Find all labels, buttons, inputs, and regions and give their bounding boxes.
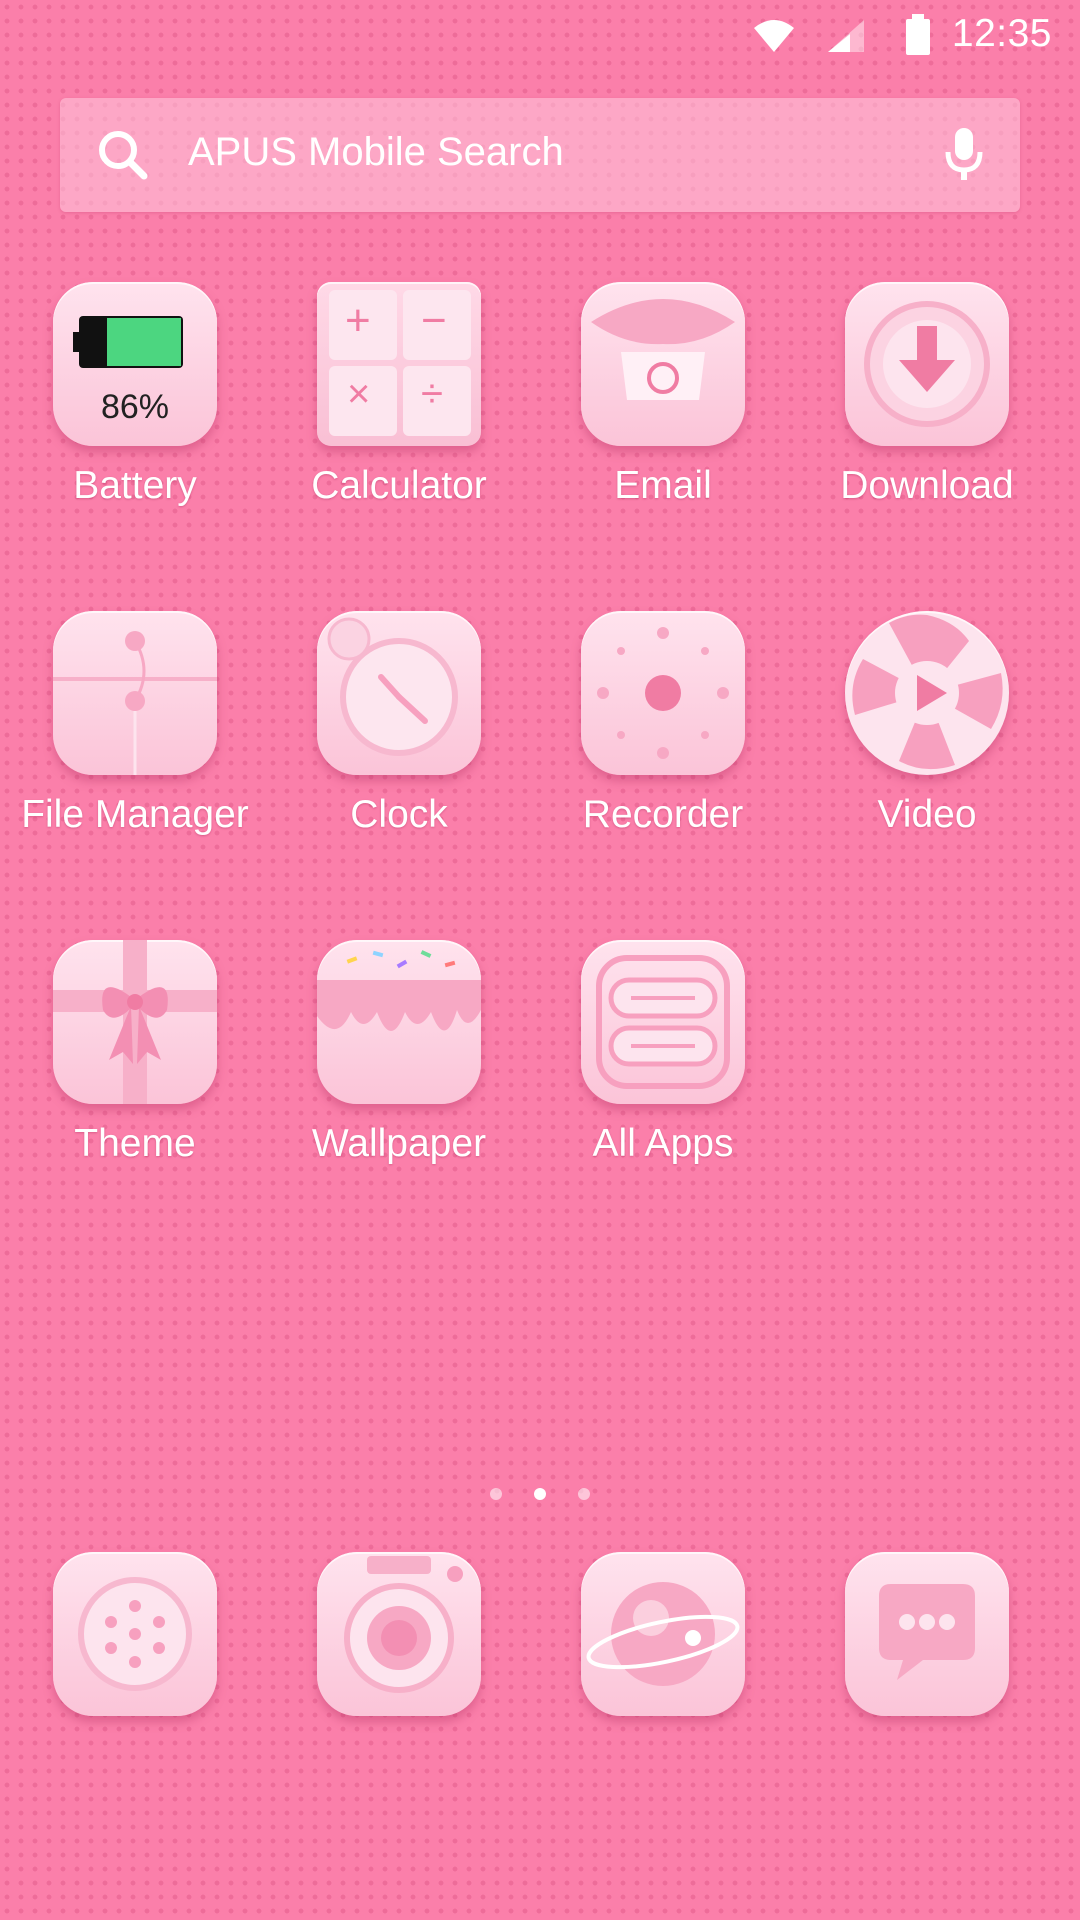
battery-app-icon[interactable]: 86% <box>53 282 217 446</box>
app-file-manager[interactable]: File Manager <box>0 611 270 871</box>
app-wallpaper[interactable]: Wallpaper <box>264 940 534 1200</box>
status-bar: 12:35 <box>0 0 1080 72</box>
app-calculator[interactable]: + − × ÷ Calculator <box>264 282 534 542</box>
app-theme[interactable]: Theme <box>0 940 270 1200</box>
app-video[interactable]: Video <box>792 611 1062 871</box>
microphone-icon[interactable] <box>944 126 984 182</box>
search-bar[interactable]: APUS Mobile Search <box>60 98 1020 212</box>
page-dot-active[interactable] <box>534 1488 546 1500</box>
app-label: Email <box>614 464 712 507</box>
calculator-icon[interactable]: + − × ÷ <box>317 282 481 446</box>
app-label: Calculator <box>311 464 487 507</box>
dock-messaging[interactable] <box>792 1552 1062 1812</box>
app-all-apps[interactable]: All Apps <box>528 940 798 1200</box>
dock-camera[interactable] <box>264 1552 534 1812</box>
all-apps-icon[interactable] <box>581 940 745 1104</box>
cake-icing-icon[interactable] <box>317 940 481 1104</box>
app-label: Recorder <box>582 793 744 836</box>
app-recorder[interactable]: Recorder <box>528 611 798 871</box>
gift-bow-icon[interactable] <box>53 940 217 1104</box>
page-dot[interactable] <box>578 1488 590 1500</box>
page-indicator <box>0 1488 1080 1504</box>
app-label: Battery <box>73 464 197 507</box>
search-placeholder[interactable]: APUS Mobile Search <box>188 130 564 175</box>
cellular-signal-icon <box>828 20 864 52</box>
page-dot[interactable] <box>490 1488 502 1500</box>
messaging-bubble-icon[interactable] <box>845 1552 1009 1716</box>
app-label: Clock <box>350 793 448 836</box>
app-label: All Apps <box>592 1122 734 1165</box>
camera-icon[interactable] <box>317 1552 481 1716</box>
recorder-icon[interactable] <box>581 611 745 775</box>
wifi-icon <box>754 20 794 52</box>
app-label: Wallpaper <box>311 1122 487 1165</box>
phone-dialer-icon[interactable] <box>53 1552 217 1716</box>
browser-planet-icon[interactable] <box>581 1552 745 1716</box>
dock-phone[interactable] <box>0 1552 270 1812</box>
video-play-icon[interactable] <box>845 611 1009 775</box>
app-label: Video <box>877 793 977 836</box>
email-envelope-icon[interactable] <box>581 282 745 446</box>
app-download[interactable]: Download <box>792 282 1062 542</box>
calc-times: × <box>347 372 371 416</box>
app-label: File Manager <box>21 793 249 836</box>
app-clock[interactable]: Clock <box>264 611 534 871</box>
calc-minus: − <box>421 296 447 345</box>
download-arrow-icon[interactable] <box>845 282 1009 446</box>
calc-divide: ÷ <box>421 372 443 416</box>
app-battery[interactable]: 86% Battery <box>0 282 270 542</box>
battery-icon <box>906 14 930 55</box>
app-label: Theme <box>74 1122 196 1165</box>
app-email[interactable]: Email <box>528 282 798 542</box>
folder-icon[interactable] <box>53 611 217 775</box>
app-label: Download <box>840 464 1014 507</box>
clock-icon[interactable] <box>317 611 481 775</box>
status-time: 12:35 <box>951 12 1052 55</box>
calc-plus: + <box>345 296 371 345</box>
dock-browser[interactable] <box>528 1552 798 1812</box>
battery-percent: 86% <box>100 388 170 426</box>
search-icon[interactable] <box>96 128 150 182</box>
